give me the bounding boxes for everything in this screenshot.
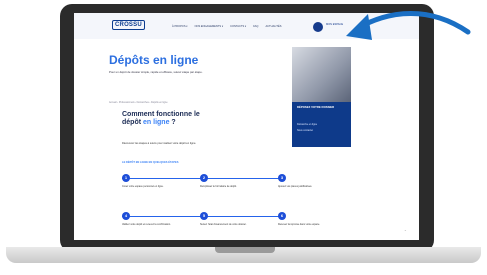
laptop-notch bbox=[215, 247, 275, 253]
page-title: Dépôts en ligne bbox=[109, 53, 199, 67]
nav-item-news[interactable]: ACTUALITÉS bbox=[265, 25, 281, 28]
card-link-contact[interactable]: Nous contacter bbox=[297, 129, 313, 132]
step-4-text: Validez votre dépôt et recevez la confir… bbox=[122, 223, 171, 226]
account-icon[interactable] bbox=[313, 22, 323, 32]
site-header: CROSSU À PROPOS ▾ NOS ENGAGEMENTS ▾ CONT… bbox=[74, 13, 419, 39]
section-title: Comment fonctionne le dépôt en ligne ? bbox=[122, 111, 200, 126]
nav-item-commitments[interactable]: NOS ENGAGEMENTS ▾ bbox=[195, 25, 224, 28]
step-5-marker: 5 bbox=[200, 212, 208, 220]
step-1-marker: 1 bbox=[122, 174, 130, 182]
step-1-text: Créez votre espace personnel en ligne. bbox=[122, 185, 164, 188]
nav-item-contacts[interactable]: CONTACTS ▾ bbox=[230, 25, 246, 28]
step-3-text: Ajoutez vos pièces justificatives. bbox=[278, 185, 313, 188]
deposit-card: DÉPOSEZ VOTRE DOSSIER Démarche en ligne … bbox=[292, 47, 351, 147]
main-nav: À PROPOS ▾ NOS ENGAGEMENTS ▾ CONTACTS ▾ … bbox=[172, 25, 281, 28]
step-3-marker: 3 bbox=[278, 174, 286, 182]
step-5-text: Suivez l'état d'avancement de votre doss… bbox=[200, 223, 247, 226]
nav-item-faq[interactable]: FAQ bbox=[253, 25, 258, 28]
step-6-text: Recevez la réponse dans votre espace. bbox=[278, 223, 320, 226]
breadcrumb[interactable]: Accueil › Professionnels › Démarches › D… bbox=[109, 101, 168, 104]
laptop-screen: CROSSU À PROPOS ▾ NOS ENGAGEMENTS ▾ CONT… bbox=[74, 13, 419, 240]
step-2-marker: 2 bbox=[200, 174, 208, 182]
step-4-marker: 4 bbox=[122, 212, 130, 220]
section-description: Découvrez les étapes à suivre pour réali… bbox=[122, 142, 197, 145]
card-link-online[interactable]: Démarche en ligne bbox=[297, 123, 317, 126]
card-image bbox=[292, 47, 351, 102]
steps-title: LE DÉPÔT EN LIGNE EN QUELQUES ÉTAPES bbox=[122, 161, 179, 164]
nav-item-about[interactable]: À PROPOS ▾ bbox=[172, 25, 188, 28]
step-2-text: Remplissez le formulaire de dépôt. bbox=[200, 185, 237, 188]
page-corner-arrow[interactable]: → bbox=[404, 229, 407, 232]
logo[interactable]: CROSSU bbox=[112, 20, 145, 30]
account-link[interactable]: MON ESPACE bbox=[326, 23, 343, 26]
card-title: DÉPOSEZ VOTRE DOSSIER bbox=[297, 105, 335, 109]
page-subtitle: Pour un dépôt de dossier simple, rapide … bbox=[109, 70, 203, 74]
step-6-marker: 6 bbox=[278, 212, 286, 220]
